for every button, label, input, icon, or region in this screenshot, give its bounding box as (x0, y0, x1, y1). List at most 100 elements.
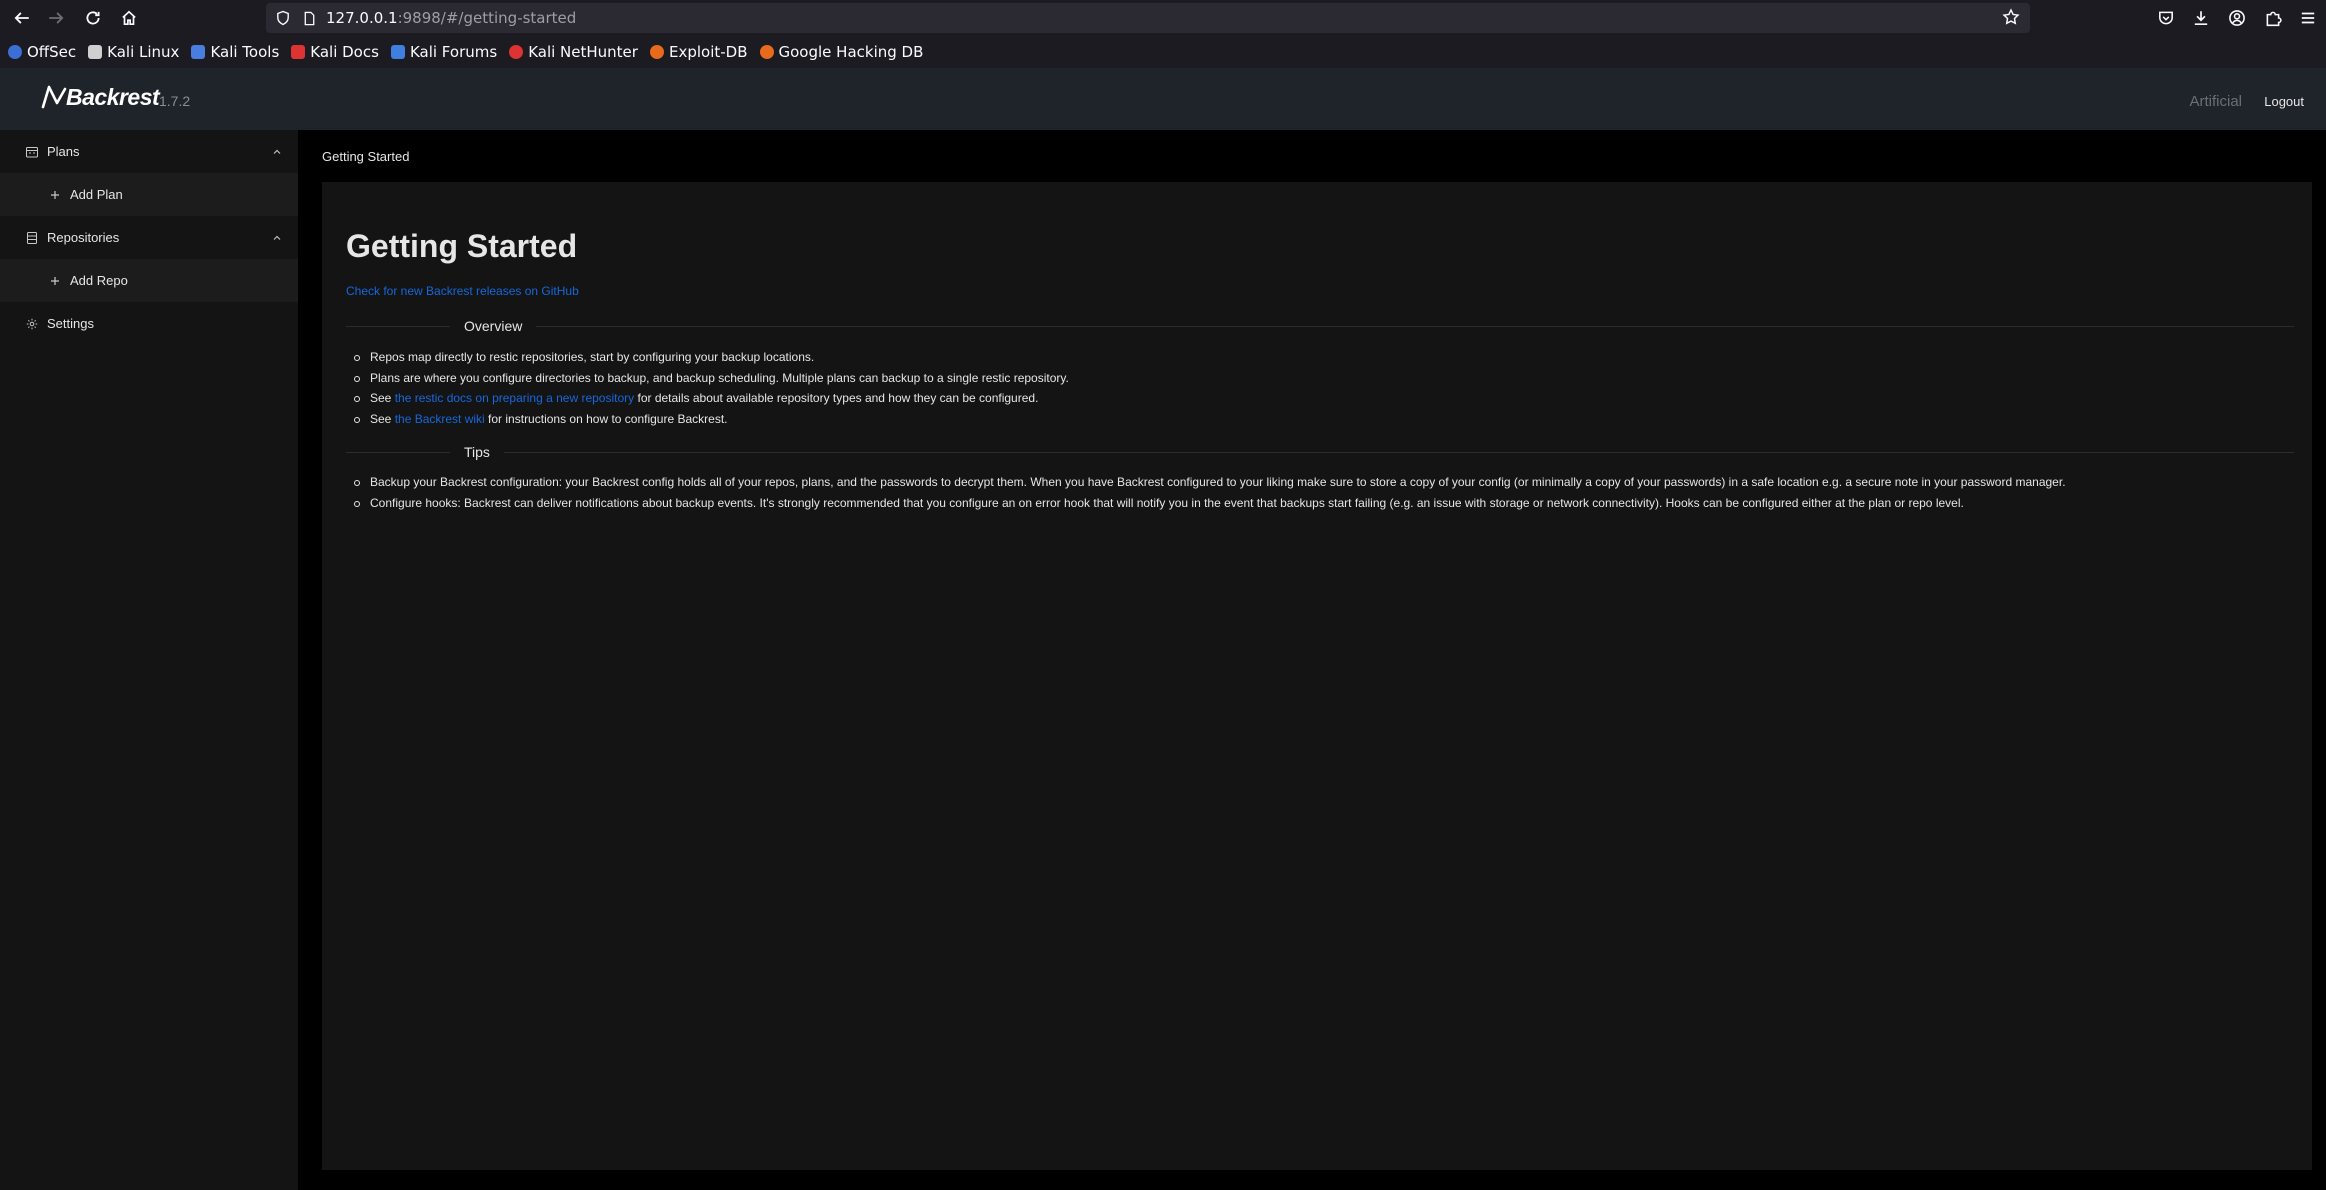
url-text[interactable]: 127.0.0.1:9898/#/getting-started (326, 9, 576, 27)
ghdb-icon (759, 45, 774, 59)
account-icon (2229, 10, 2245, 26)
logo-text: Backrest (66, 83, 160, 110)
bookmark-kali-docs[interactable]: Kali Docs (291, 43, 379, 61)
reload-button[interactable] (80, 5, 106, 31)
list-item-text: See (370, 411, 395, 426)
tips-list: Backup your Backrest configuration: your… (346, 472, 2294, 513)
instance-name: Artificial (2189, 93, 2242, 110)
overview-list: Repos map directly to restic repositorie… (346, 347, 2294, 429)
version-label: 1.7.2 (159, 93, 191, 109)
menu-button[interactable] (2297, 7, 2319, 29)
bookmark-kali-linux[interactable]: Kali Linux (88, 43, 179, 61)
page-icon (300, 9, 318, 27)
puzzle-icon (2266, 11, 2282, 27)
bookmark-label: Exploit-DB (668, 43, 748, 61)
bookmark-kali-nethunter[interactable]: Kali NetHunter (509, 43, 638, 61)
account-button[interactable] (2226, 7, 2248, 29)
back-button[interactable] (9, 5, 35, 31)
list-item: Backup your Backrest configuration: your… (346, 472, 2294, 493)
offsec-icon (8, 45, 22, 59)
bookmark-label: Kali NetHunter (528, 43, 638, 61)
list-item-text: Backup your Backrest configuration: your… (370, 475, 2066, 489)
list-item-text: Repos map directly to restic repositorie… (370, 350, 815, 364)
sidebar-item-plans[interactable]: Plans (0, 130, 298, 173)
github-releases-link[interactable]: Check for new Backrest releases on GitHu… (346, 284, 579, 298)
bookmark-label: Kali Forums (409, 43, 498, 61)
calendar-icon (26, 146, 38, 157)
list-item-text: See (370, 391, 395, 405)
exploit-db-icon (649, 45, 664, 59)
shield-icon[interactable] (274, 9, 292, 27)
list-item-text: for instructions on how to configure Bac… (484, 411, 728, 426)
divider-line (346, 325, 450, 327)
chevron-up-icon[interactable] (272, 147, 282, 157)
sidebar-item-add-plan[interactable]: Add Plan (0, 173, 298, 216)
url-path: :9898/#/getting-started (397, 9, 577, 27)
gear-icon (26, 318, 38, 329)
download-icon (2194, 11, 2208, 26)
extensions-button[interactable] (2262, 7, 2284, 29)
home-icon (122, 10, 136, 26)
chevron-up-icon[interactable] (272, 233, 282, 243)
arrow-right-icon (49, 12, 64, 24)
nethunter-icon (509, 45, 524, 59)
bookmark-star-icon[interactable] (2002, 8, 2022, 28)
pocket-button[interactable] (2155, 7, 2177, 29)
sidebar-item-label: Plans (47, 144, 80, 159)
url-host: 127.0.0.1 (326, 9, 398, 27)
sidebar-item-label: Add Plan (70, 187, 123, 202)
kali-tools-icon (191, 45, 206, 59)
backrest-wiki-link[interactable]: the Backrest wiki (395, 412, 485, 426)
bookmarks-bar: OffSec Kali Linux Kali Tools Kali Docs K… (0, 36, 2326, 68)
divider-line (536, 325, 2294, 327)
app-header: Backrest 1.7.2 Artificial Logout (0, 68, 2326, 130)
bookmark-label: Kali Tools (210, 43, 280, 61)
backrest-logo-icon (41, 85, 67, 109)
bookmark-label: Kali Linux (107, 43, 180, 61)
bookmark-label: Kali Docs (310, 43, 379, 61)
address-bar[interactable]: 127.0.0.1:9898/#/getting-started (266, 3, 2030, 33)
database-icon (27, 231, 37, 244)
breadcrumb: Getting Started (322, 149, 410, 164)
list-item-text: Configure hooks: Backrest can deliver no… (370, 495, 1964, 510)
list-item: See the Backrest wiki for instructions o… (346, 409, 2294, 430)
list-item-text: for details about available repository t… (634, 391, 1039, 405)
bookmark-exploit-db[interactable]: Exploit-DB (649, 43, 748, 61)
sidebar-item-label: Repositories (47, 230, 120, 245)
arrow-left-icon (14, 12, 29, 24)
reload-icon (86, 11, 100, 25)
plus-icon (51, 190, 59, 199)
kali-forums-icon (390, 45, 405, 59)
home-button[interactable] (116, 5, 142, 31)
bookmark-kali-forums[interactable]: Kali Forums (390, 43, 498, 61)
kali-dragon-icon (88, 45, 103, 59)
overview-heading: Overview (464, 318, 523, 334)
backrest-logo[interactable]: Backrest (40, 83, 160, 111)
restic-docs-link[interactable]: the restic docs on preparing a new repos… (395, 391, 634, 405)
bookmark-label: OffSec (27, 43, 77, 61)
sidebar-item-label: Settings (47, 316, 94, 331)
list-item: Configure hooks: Backrest can deliver no… (346, 493, 2294, 514)
list-item: Plans are where you configure directorie… (346, 368, 2294, 389)
downloads-button[interactable] (2190, 7, 2212, 29)
overview-divider: Overview (346, 316, 2294, 336)
forward-button[interactable] (43, 5, 69, 31)
sidebar-item-add-repo[interactable]: Add Repo (0, 259, 298, 302)
hamburger-icon (2301, 12, 2315, 24)
list-item-text: Plans are where you configure directorie… (370, 370, 1069, 385)
bookmark-offsec[interactable]: OffSec (8, 43, 76, 61)
bookmark-label: Google Hacking DB (778, 43, 924, 61)
main-area: Getting Started Getting Started Check fo… (298, 130, 2326, 1190)
kali-docs-icon (291, 45, 306, 59)
bookmark-kali-tools[interactable]: Kali Tools (191, 43, 279, 61)
list-item: Repos map directly to restic repositorie… (346, 347, 2294, 368)
logout-button[interactable]: Logout (2264, 94, 2304, 109)
sidebar-item-settings[interactable]: Settings (0, 302, 298, 345)
plus-icon (51, 276, 59, 285)
divider-line (503, 451, 2294, 453)
sidebar-item-repositories[interactable]: Repositories (0, 216, 298, 259)
tips-divider: Tips (346, 442, 2294, 462)
tips-heading: Tips (464, 444, 490, 460)
sidebar-item-label: Add Repo (70, 273, 128, 288)
bookmark-google-hacking-db[interactable]: Google Hacking DB (759, 43, 924, 61)
